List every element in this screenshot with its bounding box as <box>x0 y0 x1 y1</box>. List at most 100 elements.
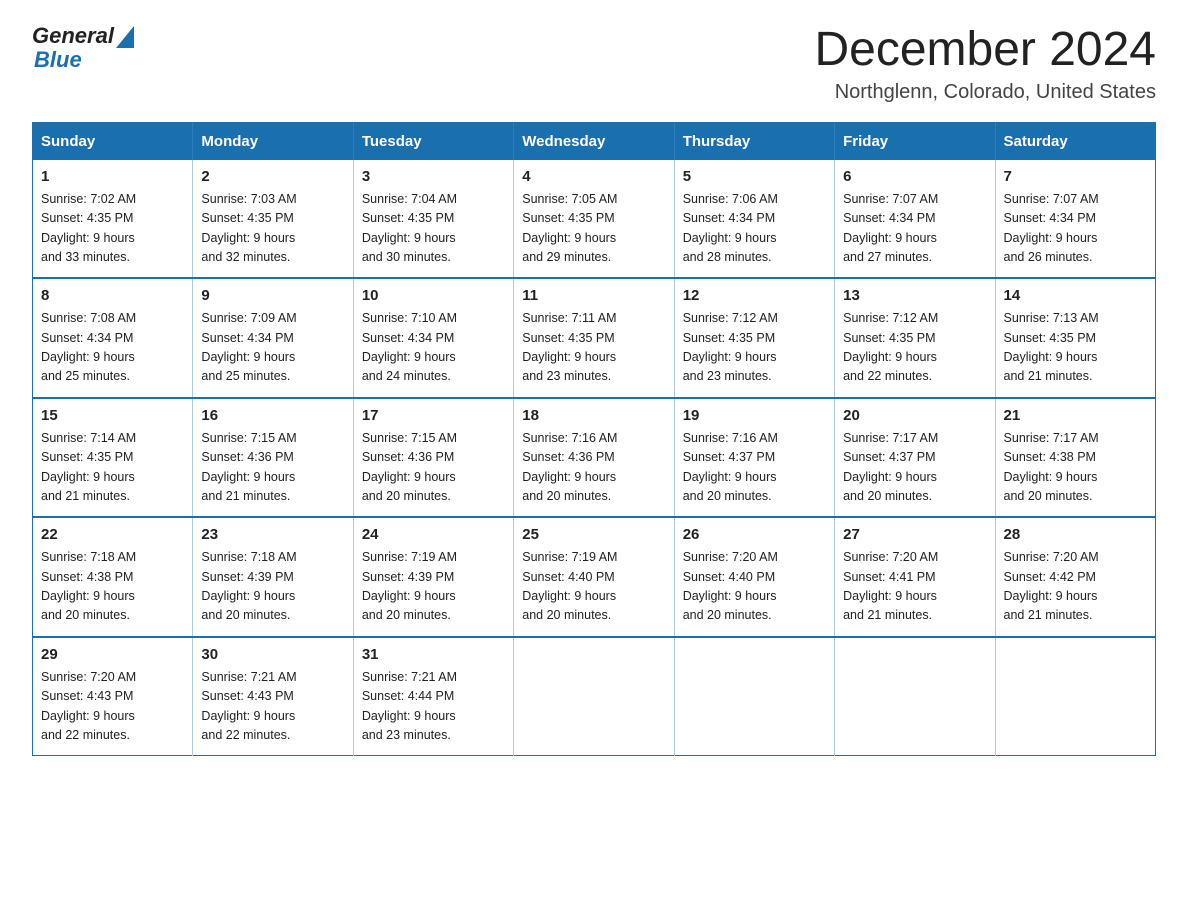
day-number: 27 <box>843 526 986 543</box>
calendar-cell: 15 Sunrise: 7:14 AM Sunset: 4:35 PM Dayl… <box>33 398 193 518</box>
calendar-header-friday: Friday <box>835 122 995 160</box>
day-info: Sunrise: 7:21 AM Sunset: 4:43 PM Dayligh… <box>201 668 344 746</box>
day-info: Sunrise: 7:04 AM Sunset: 4:35 PM Dayligh… <box>362 190 505 268</box>
calendar-cell: 28 Sunrise: 7:20 AM Sunset: 4:42 PM Dayl… <box>995 517 1155 637</box>
calendar-cell <box>835 637 995 756</box>
calendar-cell: 30 Sunrise: 7:21 AM Sunset: 4:43 PM Dayl… <box>193 637 353 756</box>
calendar-cell: 24 Sunrise: 7:19 AM Sunset: 4:39 PM Dayl… <box>353 517 513 637</box>
day-info: Sunrise: 7:20 AM Sunset: 4:43 PM Dayligh… <box>41 668 184 746</box>
day-number: 11 <box>522 287 665 304</box>
day-info: Sunrise: 7:16 AM Sunset: 4:36 PM Dayligh… <box>522 429 665 507</box>
day-number: 15 <box>41 407 184 424</box>
day-number: 5 <box>683 168 826 185</box>
calendar-cell: 9 Sunrise: 7:09 AM Sunset: 4:34 PM Dayli… <box>193 278 353 398</box>
day-info: Sunrise: 7:02 AM Sunset: 4:35 PM Dayligh… <box>41 190 184 268</box>
calendar-cell: 5 Sunrise: 7:06 AM Sunset: 4:34 PM Dayli… <box>674 160 834 279</box>
day-info: Sunrise: 7:21 AM Sunset: 4:44 PM Dayligh… <box>362 668 505 746</box>
day-number: 23 <box>201 526 344 543</box>
calendar-cell: 31 Sunrise: 7:21 AM Sunset: 4:44 PM Dayl… <box>353 637 513 756</box>
day-info: Sunrise: 7:05 AM Sunset: 4:35 PM Dayligh… <box>522 190 665 268</box>
day-number: 10 <box>362 287 505 304</box>
calendar-cell: 19 Sunrise: 7:16 AM Sunset: 4:37 PM Dayl… <box>674 398 834 518</box>
calendar-cell: 20 Sunrise: 7:17 AM Sunset: 4:37 PM Dayl… <box>835 398 995 518</box>
calendar-cell: 3 Sunrise: 7:04 AM Sunset: 4:35 PM Dayli… <box>353 160 513 279</box>
calendar-cell: 29 Sunrise: 7:20 AM Sunset: 4:43 PM Dayl… <box>33 637 193 756</box>
logo-blue-text: Blue <box>34 48 134 72</box>
calendar-week-3: 15 Sunrise: 7:14 AM Sunset: 4:35 PM Dayl… <box>33 398 1156 518</box>
day-number: 21 <box>1004 407 1147 424</box>
day-number: 29 <box>41 646 184 663</box>
day-info: Sunrise: 7:07 AM Sunset: 4:34 PM Dayligh… <box>1004 190 1147 268</box>
day-number: 30 <box>201 646 344 663</box>
calendar-header-wednesday: Wednesday <box>514 122 674 160</box>
calendar-cell: 6 Sunrise: 7:07 AM Sunset: 4:34 PM Dayli… <box>835 160 995 279</box>
calendar-cell: 2 Sunrise: 7:03 AM Sunset: 4:35 PM Dayli… <box>193 160 353 279</box>
calendar-cell: 17 Sunrise: 7:15 AM Sunset: 4:36 PM Dayl… <box>353 398 513 518</box>
day-number: 8 <box>41 287 184 304</box>
calendar-cell: 12 Sunrise: 7:12 AM Sunset: 4:35 PM Dayl… <box>674 278 834 398</box>
day-info: Sunrise: 7:06 AM Sunset: 4:34 PM Dayligh… <box>683 190 826 268</box>
calendar-cell: 10 Sunrise: 7:10 AM Sunset: 4:34 PM Dayl… <box>353 278 513 398</box>
day-number: 22 <box>41 526 184 543</box>
day-info: Sunrise: 7:19 AM Sunset: 4:39 PM Dayligh… <box>362 548 505 626</box>
calendar-cell: 16 Sunrise: 7:15 AM Sunset: 4:36 PM Dayl… <box>193 398 353 518</box>
day-number: 20 <box>843 407 986 424</box>
calendar-week-2: 8 Sunrise: 7:08 AM Sunset: 4:34 PM Dayli… <box>33 278 1156 398</box>
day-number: 13 <box>843 287 986 304</box>
calendar-cell: 4 Sunrise: 7:05 AM Sunset: 4:35 PM Dayli… <box>514 160 674 279</box>
calendar-week-4: 22 Sunrise: 7:18 AM Sunset: 4:38 PM Dayl… <box>33 517 1156 637</box>
day-number: 28 <box>1004 526 1147 543</box>
day-info: Sunrise: 7:10 AM Sunset: 4:34 PM Dayligh… <box>362 309 505 387</box>
calendar-week-5: 29 Sunrise: 7:20 AM Sunset: 4:43 PM Dayl… <box>33 637 1156 756</box>
calendar-cell: 21 Sunrise: 7:17 AM Sunset: 4:38 PM Dayl… <box>995 398 1155 518</box>
day-info: Sunrise: 7:19 AM Sunset: 4:40 PM Dayligh… <box>522 548 665 626</box>
day-info: Sunrise: 7:11 AM Sunset: 4:35 PM Dayligh… <box>522 309 665 387</box>
calendar-cell: 11 Sunrise: 7:11 AM Sunset: 4:35 PM Dayl… <box>514 278 674 398</box>
calendar-cell: 7 Sunrise: 7:07 AM Sunset: 4:34 PM Dayli… <box>995 160 1155 279</box>
day-number: 3 <box>362 168 505 185</box>
day-number: 4 <box>522 168 665 185</box>
calendar-cell: 1 Sunrise: 7:02 AM Sunset: 4:35 PM Dayli… <box>33 160 193 279</box>
day-number: 17 <box>362 407 505 424</box>
calendar-cell: 27 Sunrise: 7:20 AM Sunset: 4:41 PM Dayl… <box>835 517 995 637</box>
calendar-cell: 23 Sunrise: 7:18 AM Sunset: 4:39 PM Dayl… <box>193 517 353 637</box>
month-title: December 2024 <box>814 24 1156 77</box>
day-info: Sunrise: 7:20 AM Sunset: 4:40 PM Dayligh… <box>683 548 826 626</box>
day-info: Sunrise: 7:07 AM Sunset: 4:34 PM Dayligh… <box>843 190 986 268</box>
calendar-cell: 14 Sunrise: 7:13 AM Sunset: 4:35 PM Dayl… <box>995 278 1155 398</box>
logo-arrow-icon <box>116 26 134 48</box>
calendar-cell: 22 Sunrise: 7:18 AM Sunset: 4:38 PM Dayl… <box>33 517 193 637</box>
calendar-cell: 13 Sunrise: 7:12 AM Sunset: 4:35 PM Dayl… <box>835 278 995 398</box>
day-number: 26 <box>683 526 826 543</box>
day-info: Sunrise: 7:15 AM Sunset: 4:36 PM Dayligh… <box>362 429 505 507</box>
day-info: Sunrise: 7:18 AM Sunset: 4:39 PM Dayligh… <box>201 548 344 626</box>
day-number: 19 <box>683 407 826 424</box>
day-info: Sunrise: 7:17 AM Sunset: 4:37 PM Dayligh… <box>843 429 986 507</box>
calendar-cell: 18 Sunrise: 7:16 AM Sunset: 4:36 PM Dayl… <box>514 398 674 518</box>
day-number: 25 <box>522 526 665 543</box>
calendar-cell: 26 Sunrise: 7:20 AM Sunset: 4:40 PM Dayl… <box>674 517 834 637</box>
calendar-header-row: SundayMondayTuesdayWednesdayThursdayFrid… <box>33 122 1156 160</box>
logo: General Blue <box>32 24 134 72</box>
day-number: 9 <box>201 287 344 304</box>
day-info: Sunrise: 7:03 AM Sunset: 4:35 PM Dayligh… <box>201 190 344 268</box>
day-info: Sunrise: 7:20 AM Sunset: 4:41 PM Dayligh… <box>843 548 986 626</box>
day-info: Sunrise: 7:20 AM Sunset: 4:42 PM Dayligh… <box>1004 548 1147 626</box>
calendar-table: SundayMondayTuesdayWednesdayThursdayFrid… <box>32 122 1156 757</box>
day-number: 7 <box>1004 168 1147 185</box>
day-number: 12 <box>683 287 826 304</box>
day-info: Sunrise: 7:12 AM Sunset: 4:35 PM Dayligh… <box>843 309 986 387</box>
day-info: Sunrise: 7:12 AM Sunset: 4:35 PM Dayligh… <box>683 309 826 387</box>
day-info: Sunrise: 7:14 AM Sunset: 4:35 PM Dayligh… <box>41 429 184 507</box>
day-info: Sunrise: 7:09 AM Sunset: 4:34 PM Dayligh… <box>201 309 344 387</box>
day-number: 2 <box>201 168 344 185</box>
day-number: 1 <box>41 168 184 185</box>
calendar-week-1: 1 Sunrise: 7:02 AM Sunset: 4:35 PM Dayli… <box>33 160 1156 279</box>
day-number: 16 <box>201 407 344 424</box>
calendar-header-saturday: Saturday <box>995 122 1155 160</box>
calendar-header-tuesday: Tuesday <box>353 122 513 160</box>
day-info: Sunrise: 7:18 AM Sunset: 4:38 PM Dayligh… <box>41 548 184 626</box>
day-info: Sunrise: 7:16 AM Sunset: 4:37 PM Dayligh… <box>683 429 826 507</box>
day-number: 18 <box>522 407 665 424</box>
calendar-header-monday: Monday <box>193 122 353 160</box>
